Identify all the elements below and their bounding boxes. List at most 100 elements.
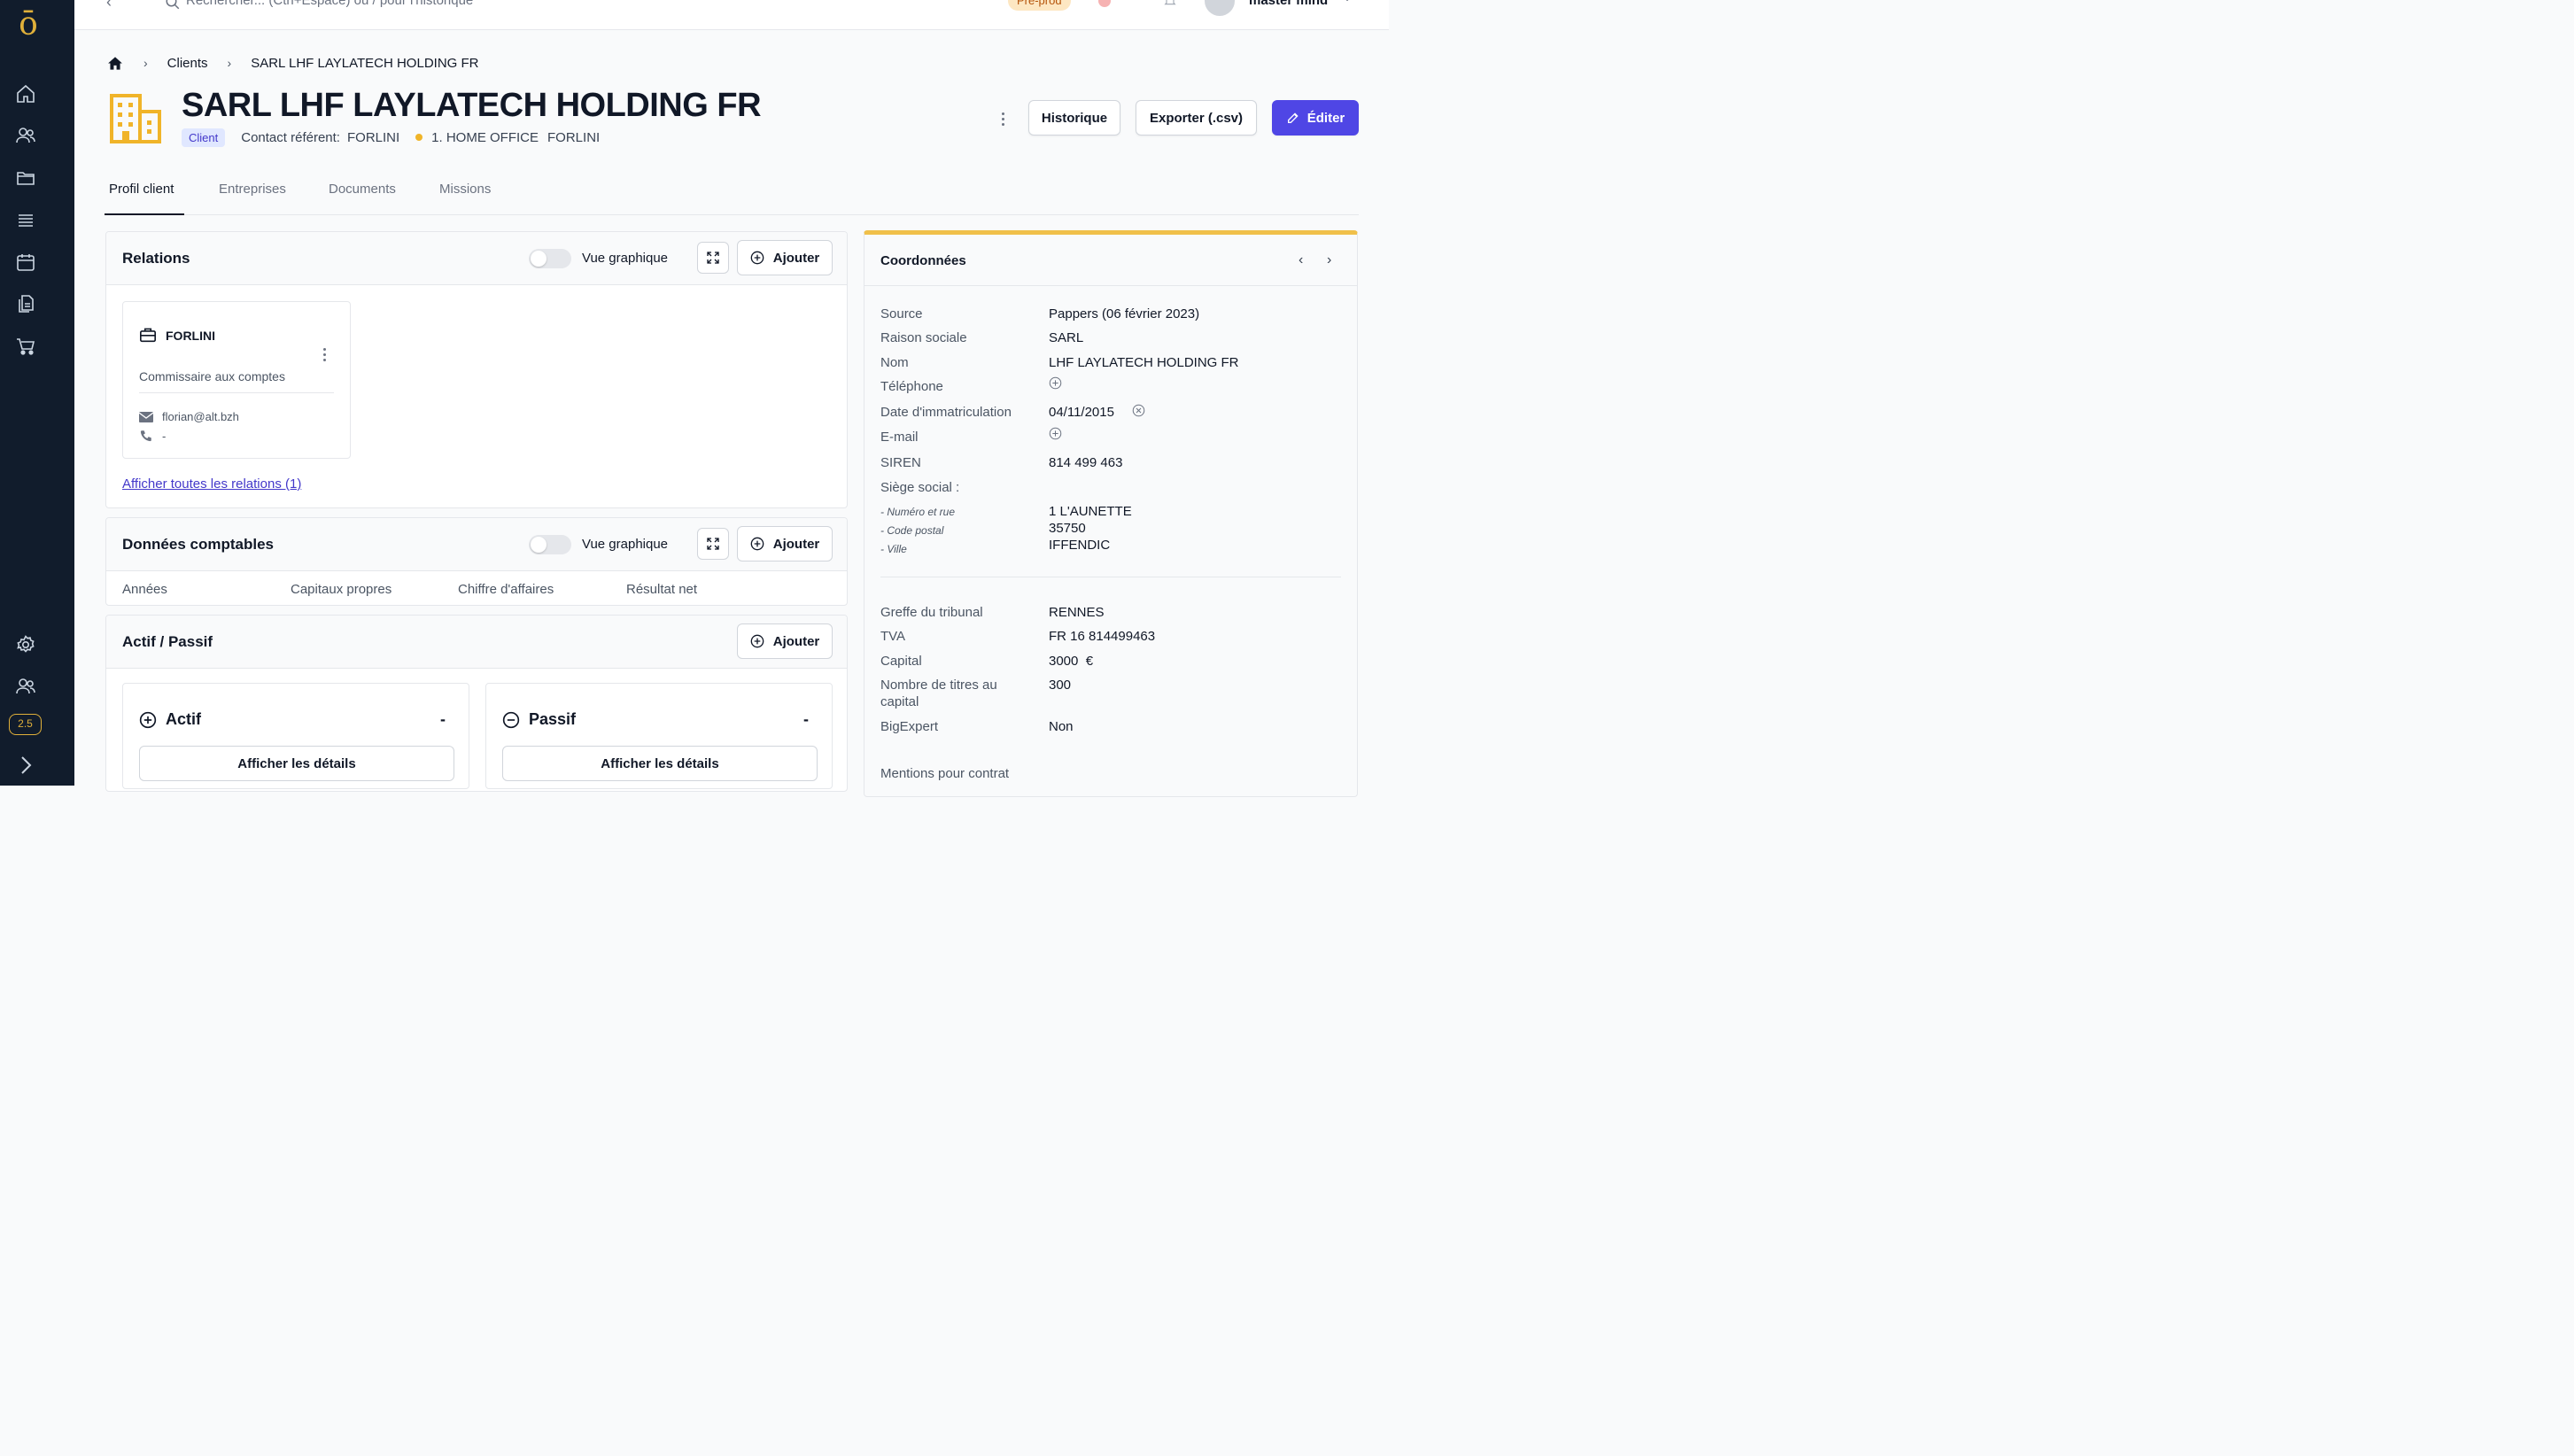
add-telephone-icon[interactable]	[1049, 376, 1062, 394]
breadcrumb-current: SARL LHF LAYLATECH HOLDING FR	[251, 55, 479, 71]
tab-entreprises[interactable]: Entreprises	[219, 174, 286, 215]
expand-sidebar-icon[interactable]	[14, 754, 37, 777]
raison-sociale-value: SARL	[1049, 330, 1084, 345]
page-title: SARL LHF LAYLATECH HOLDING FR	[182, 87, 762, 124]
status-dot	[415, 134, 423, 141]
add-email-icon[interactable]	[1049, 427, 1062, 445]
graph-view-label: Vue graphique	[582, 537, 669, 552]
settings-icon[interactable]	[14, 633, 37, 656]
show-all-relations-link[interactable]: Afficher toutes les relations (1)	[122, 476, 301, 492]
export-csv-button[interactable]: Exporter (.csv)	[1136, 100, 1257, 136]
edit-button[interactable]: Éditer	[1272, 100, 1359, 136]
add-label: Ajouter	[772, 633, 820, 649]
actif-passif-panel: Actif / Passif Ajouter Actif - Afficher …	[105, 615, 848, 792]
add-actif-passif-button[interactable]: Ajouter	[737, 623, 833, 659]
graph-view-toggle[interactable]	[529, 249, 571, 268]
sidebar: ō 2.5	[0, 0, 74, 786]
home-icon[interactable]	[14, 82, 37, 105]
column-ca[interactable]: Chiffre d'affaires	[458, 582, 554, 597]
immatriculation-label: Date d'immatriculation	[880, 405, 1012, 420]
header-subtitle: Client Contact référent: FORLINI 1. HOME…	[182, 126, 600, 149]
more-options-icon[interactable]	[996, 108, 1010, 129]
divider	[139, 392, 334, 393]
relation-email[interactable]: florian@alt.bzh	[162, 410, 239, 423]
rue-label: - Numéro et rue	[880, 506, 956, 518]
column-annees[interactable]: Années	[122, 582, 167, 597]
history-button[interactable]: Historique	[1028, 100, 1120, 136]
back-arrow-icon[interactable]: ‹	[106, 0, 112, 12]
app-logo[interactable]: ō	[12, 7, 44, 43]
relation-role: Commissaire aux comptes	[139, 369, 285, 383]
plus-circle-icon	[750, 634, 764, 648]
nom-value: LHF LAYLATECH HOLDING FR	[1049, 355, 1239, 370]
contact-value[interactable]: FORLINI	[347, 130, 399, 145]
relations-header: Relations Vue graphique Ajouter	[106, 232, 847, 285]
relations-title: Relations	[122, 250, 190, 267]
bell-icon[interactable]	[1162, 0, 1178, 7]
add-relation-button[interactable]: Ajouter	[737, 240, 833, 275]
relation-menu-icon[interactable]	[323, 348, 326, 361]
search-input[interactable]: Rechercher... (Ctrl+Espace) ou / pour l'…	[186, 0, 473, 8]
users-icon[interactable]	[14, 124, 37, 147]
capital-value: 3000 €	[1049, 654, 1094, 669]
clear-date-icon[interactable]	[1132, 404, 1145, 422]
graph-view-toggle[interactable]	[529, 535, 571, 554]
relations-panel: Relations Vue graphique Ajouter FORLINI …	[105, 231, 848, 508]
column-resultat[interactable]: Résultat net	[626, 582, 697, 597]
chevron-right-icon[interactable]: ›	[1327, 252, 1331, 268]
building-icon	[110, 94, 161, 143]
status-owner: FORLINI	[547, 129, 601, 145]
tab-missions[interactable]: Missions	[439, 174, 491, 215]
top-bar: ‹ Rechercher... (Ctrl+Espace) ou / pour …	[74, 0, 1389, 30]
donnees-header: Données comptables Vue graphique Ajouter	[106, 518, 847, 571]
documents-icon[interactable]	[14, 292, 37, 315]
ville-value: IFFENDIC	[1049, 538, 1111, 553]
add-label: Ajouter	[772, 250, 820, 266]
add-label: Ajouter	[772, 536, 820, 552]
calendar-icon[interactable]	[14, 251, 37, 274]
edit-label: Éditer	[1306, 110, 1345, 126]
actif-passif-header: Actif / Passif Ajouter	[106, 616, 847, 669]
status-label: 1. HOME OFFICE	[431, 129, 539, 145]
list-icon[interactable]	[14, 209, 37, 232]
coordonnees-title: Coordonnées	[880, 253, 966, 268]
bug-icon[interactable]	[1098, 0, 1111, 7]
fullscreen-button[interactable]	[697, 242, 729, 274]
minus-circle-icon	[502, 711, 520, 729]
capital-label: Capital	[880, 654, 922, 669]
relation-name: FORLINI	[166, 329, 215, 343]
tab-documents[interactable]: Documents	[329, 174, 396, 215]
env-badge: Pré-prod	[1008, 0, 1071, 11]
chevron-down-icon[interactable]: ⌄	[1343, 0, 1352, 4]
team-icon[interactable]	[14, 675, 37, 698]
relation-card[interactable]: FORLINI Commissaire aux comptes florian@…	[122, 301, 351, 459]
home-icon[interactable]	[106, 55, 124, 72]
relation-phone: -	[162, 430, 167, 443]
telephone-label: Téléphone	[880, 379, 943, 394]
passif-details-button[interactable]: Afficher les détails	[502, 746, 818, 781]
fullscreen-button[interactable]	[697, 528, 729, 560]
nom-label: Nom	[880, 355, 909, 370]
coordonnees-header: Coordonnées ‹ ›	[864, 235, 1357, 286]
cart-icon[interactable]	[14, 335, 37, 358]
table-header: Années Capitaux propres Chiffre d'affair…	[106, 571, 847, 605]
actif-value: -	[440, 710, 446, 728]
ville-label: - Ville	[880, 543, 907, 555]
plus-circle-icon	[750, 537, 764, 551]
user-name[interactable]: master mind	[1249, 0, 1328, 8]
add-donnees-button[interactable]: Ajouter	[737, 526, 833, 561]
column-capitaux[interactable]: Capitaux propres	[291, 582, 392, 597]
passif-value: -	[803, 710, 809, 728]
avatar[interactable]	[1205, 0, 1235, 16]
code-postal-value: 35750	[1049, 521, 1086, 536]
source-value: Pappers (06 février 2023)	[1049, 306, 1200, 321]
chevron-left-icon[interactable]: ‹	[1299, 252, 1303, 268]
source-label: Source	[880, 306, 923, 321]
actif-details-button[interactable]: Afficher les détails	[139, 746, 454, 781]
breadcrumb-clients[interactable]: Clients	[167, 56, 208, 71]
folder-icon[interactable]	[14, 167, 37, 190]
chevron-right-icon: ›	[227, 56, 232, 70]
expand-icon	[707, 538, 719, 550]
tab-profil-client[interactable]: Profil client	[105, 174, 184, 215]
mail-icon	[139, 412, 153, 422]
